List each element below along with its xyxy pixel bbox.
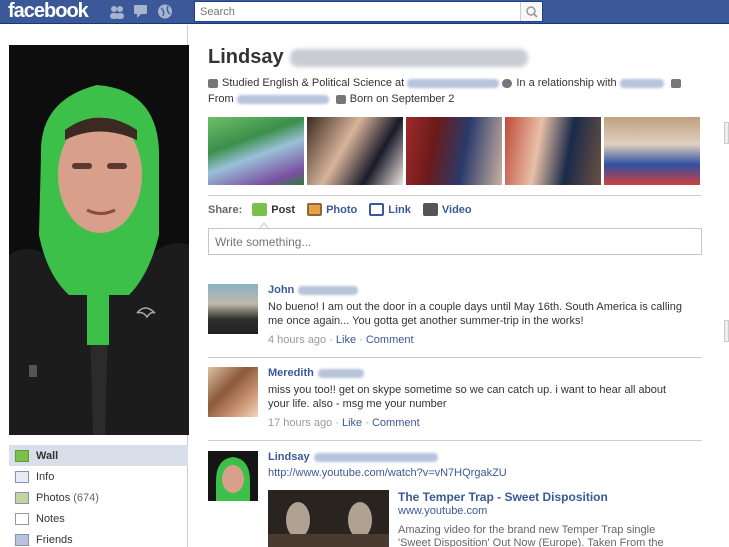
photo-thumb[interactable]	[406, 117, 502, 185]
main-column: Lindsay Studied English & Political Scie…	[189, 25, 729, 547]
story-message: No bueno! I am out the door in a couple …	[268, 301, 682, 327]
redacted-partner-link[interactable]	[619, 78, 664, 88]
redacted-surname	[289, 48, 528, 67]
photo-thumb[interactable]	[208, 117, 304, 185]
divider	[208, 357, 702, 358]
comment-link[interactable]: Comment	[366, 334, 414, 346]
story-meta: 4 hours ago · Like · Comment	[268, 334, 414, 346]
share-video-button[interactable]: Video	[422, 203, 472, 216]
avatar[interactable]	[208, 284, 258, 334]
attachment-source[interactable]: www.youtube.com	[398, 505, 688, 517]
divider	[208, 195, 702, 196]
right-edge-widget	[724, 320, 729, 342]
story-actor[interactable]: Meredith	[268, 367, 688, 379]
link-icon	[369, 203, 385, 216]
photo-thumb[interactable]	[505, 117, 601, 185]
profile-nav: Wall Info Photos (674) Notes Friends	[9, 445, 188, 547]
share-photo-button[interactable]: Photo	[307, 203, 357, 216]
nav-item-wall[interactable]: Wall	[9, 445, 188, 466]
profile-name: Lindsay	[208, 46, 528, 69]
right-edge-widget	[724, 122, 729, 144]
attachment-title[interactable]: The Temper Trap - Sweet Disposition	[398, 490, 688, 504]
feed-story: John No bueno! I am out the door in a co…	[208, 284, 702, 364]
story-meta: 17 hours ago · Like · Comment	[268, 417, 420, 429]
comment-link[interactable]: Comment	[372, 417, 420, 429]
story-actor[interactable]: John	[268, 284, 688, 296]
attachment-text: The Temper Trap - Sweet Disposition www.…	[398, 490, 688, 547]
attachment-description: Amazing video for the brand new Temper T…	[398, 524, 664, 547]
video-icon	[422, 203, 438, 216]
link-attachment: The Temper Trap - Sweet Disposition www.…	[268, 490, 698, 547]
nav-item-info[interactable]: Info	[9, 466, 188, 487]
profile-info-line-1: Studied English & Political Science at I…	[208, 77, 685, 89]
avatar[interactable]	[208, 451, 258, 501]
top-bar: facebook	[0, 0, 729, 24]
divider	[208, 440, 702, 441]
messages-icon[interactable]	[132, 3, 150, 20]
avatar[interactable]	[208, 367, 258, 417]
notification-icons	[108, 3, 174, 20]
photo-thumb[interactable]	[307, 117, 403, 185]
search-button[interactable]	[520, 2, 542, 21]
share-post-button[interactable]: Post	[252, 203, 295, 216]
photo-icon	[307, 203, 323, 216]
feed-story: Meredith miss you too!! get on skype som…	[208, 367, 702, 447]
like-link[interactable]: Like	[336, 334, 356, 346]
left-column: Wall Info Photos (674) Notes Friends	[0, 25, 189, 547]
feed-story: Lindsay http://www.youtube.com/watch?v=v…	[208, 451, 702, 547]
story-message: miss you too!! get on skype sometime so …	[268, 384, 667, 410]
home-icon	[670, 78, 681, 88]
compose-input[interactable]	[208, 228, 702, 255]
heart-icon	[502, 78, 513, 88]
post-icon	[252, 203, 268, 216]
search-box	[194, 1, 543, 22]
wall-icon	[15, 449, 29, 462]
search-icon	[526, 6, 538, 18]
info-icon	[15, 470, 29, 483]
facebook-logo[interactable]: facebook	[8, 0, 89, 24]
education-icon	[208, 78, 218, 88]
notes-icon	[15, 512, 29, 525]
profile-info-line-2: From Born on September 2	[208, 93, 455, 105]
nav-item-friends[interactable]: Friends	[9, 529, 188, 547]
photos-icon	[15, 491, 29, 504]
redacted-school-link[interactable]	[407, 78, 500, 88]
nav-item-photos[interactable]: Photos (674)	[9, 487, 188, 508]
nav-item-notes[interactable]: Notes	[9, 508, 188, 529]
search-input[interactable]	[195, 2, 515, 21]
notifications-globe-icon[interactable]	[156, 3, 174, 20]
share-link-button[interactable]: Link	[369, 203, 411, 216]
photos-count: (674)	[73, 491, 99, 504]
redacted-surname	[313, 452, 438, 462]
photo-strip	[208, 117, 700, 185]
redacted-surname	[317, 368, 364, 378]
like-link[interactable]: Like	[342, 417, 362, 429]
calendar-icon	[335, 94, 346, 104]
story-body: John No bueno! I am out the door in a co…	[268, 284, 688, 346]
photo-thumb[interactable]	[604, 117, 700, 185]
redacted-hometown-link[interactable]	[236, 94, 329, 104]
story-body: Meredith miss you too!! get on skype som…	[268, 367, 688, 429]
friend-requests-icon[interactable]	[108, 3, 126, 20]
redacted-surname	[298, 285, 359, 295]
shared-url-link[interactable]: http://www.youtube.com/watch?v=vN7HQrgak…	[268, 467, 688, 479]
profile-picture[interactable]	[9, 45, 189, 435]
story-body: Lindsay http://www.youtube.com/watch?v=v…	[268, 451, 688, 479]
story-actor[interactable]: Lindsay	[268, 451, 688, 463]
video-thumbnail[interactable]	[268, 490, 389, 547]
friends-icon	[15, 533, 29, 546]
share-bar: Share: Post Photo Link Video	[208, 203, 472, 216]
